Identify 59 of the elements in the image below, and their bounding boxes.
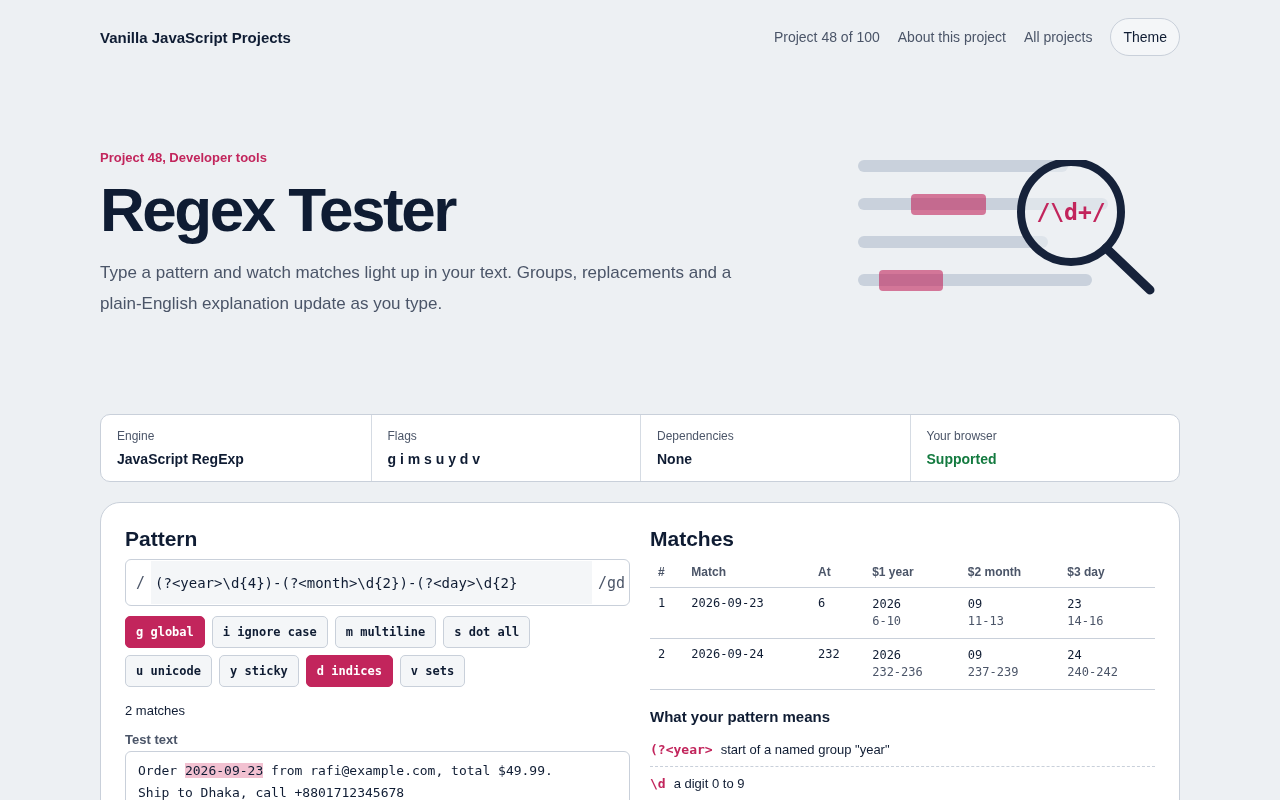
theme-button[interactable]: Theme bbox=[1110, 18, 1180, 56]
group-range: 6-10 bbox=[872, 613, 903, 630]
pattern-field[interactable]: / (?<year>\d{4})-(?<month>\d{2})-(?<day>\d{2} /gd bbox=[125, 559, 630, 606]
column-header: Match bbox=[683, 559, 811, 588]
flag-toggle[interactable]: y sticky bbox=[219, 655, 299, 687]
group-value: 24 bbox=[1067, 647, 1083, 664]
regex-token: (?<year> bbox=[650, 742, 713, 757]
group-value: 09 bbox=[967, 647, 984, 664]
intro-paragraph: Type a pattern and watch matches light up in your text. Groups, replacements and a plain-English explanation update as you type. bbox=[100, 262, 733, 315]
fact-value: None bbox=[657, 451, 693, 467]
flag-toggle[interactable]: u unicode bbox=[125, 655, 213, 687]
project-counter: Project 48 of 100 bbox=[773, 29, 880, 45]
flag-toggle[interactable]: s dot all bbox=[443, 616, 531, 648]
table-cell: 2026-09-24 bbox=[683, 638, 811, 690]
group-range: 14-16 bbox=[1067, 613, 1105, 630]
nav-link[interactable]: All projects bbox=[1023, 29, 1093, 45]
group-range: 237-239 bbox=[967, 664, 1020, 681]
subsection-title: What your pattern means bbox=[650, 708, 832, 725]
nav-link[interactable]: About this project bbox=[897, 29, 1006, 45]
flag-toggle[interactable]: i ignore case bbox=[211, 616, 328, 648]
flag-toggle[interactable]: m multiline bbox=[334, 616, 437, 648]
group-value: 2026 bbox=[872, 596, 903, 613]
group-range: 232-236 bbox=[872, 664, 924, 681]
group-range: 240-242 bbox=[1067, 664, 1119, 681]
site-title: Vanilla JavaScript Projects bbox=[100, 28, 291, 46]
token-explanation: a digit 0 to 9 bbox=[673, 776, 745, 791]
column-header: # bbox=[650, 559, 684, 588]
fact-value: JavaScript RegExp bbox=[117, 451, 245, 467]
table-cell: 6 bbox=[810, 587, 865, 639]
flag-toggle[interactable]: v sets bbox=[399, 655, 466, 687]
group-value: 09 bbox=[967, 596, 984, 613]
fact-label: Dependencies bbox=[657, 429, 735, 443]
regex-token: \d bbox=[650, 776, 666, 791]
table-cell: 1 bbox=[650, 587, 684, 639]
fact-value: Supported bbox=[926, 451, 998, 467]
flag-toggle[interactable]: g global bbox=[125, 616, 205, 648]
match-count: 2 matches bbox=[125, 703, 186, 718]
flag-toggle[interactable]: d indices bbox=[305, 655, 393, 687]
fact-label: Flags bbox=[387, 429, 418, 443]
field-label: Test text bbox=[125, 732, 179, 747]
section-title: Pattern bbox=[125, 527, 199, 551]
column-header: $1 year bbox=[864, 559, 960, 588]
test-text-field[interactable]: Order 2026-09-23 from rafi@example.com, total $49.99. Ship to Dhaka, call +8801712345678 bbox=[125, 751, 630, 800]
fact-value: g i m s u y d v bbox=[387, 451, 482, 467]
group-value: 23 bbox=[1067, 596, 1083, 613]
column-header: $3 day bbox=[1059, 559, 1155, 588]
table-cell: 232 bbox=[810, 638, 865, 690]
table-cell: 2026-09-23 bbox=[683, 587, 811, 639]
fact-label: Your browser bbox=[926, 429, 998, 443]
table-cell: 2 bbox=[650, 638, 684, 690]
token-explanation: start of a named group "year" bbox=[720, 742, 890, 757]
fact-label: Engine bbox=[117, 429, 156, 443]
section-title: Matches bbox=[650, 527, 736, 551]
group-value: 2026 bbox=[872, 647, 903, 664]
column-header: $2 month bbox=[959, 559, 1060, 588]
project-category: Project 48, Developer tools bbox=[100, 150, 268, 165]
column-header: At bbox=[810, 559, 865, 588]
magnifier-illustration-drawing: /\d+/ bbox=[858, 160, 1158, 302]
group-range: 11-13 bbox=[967, 613, 1005, 630]
